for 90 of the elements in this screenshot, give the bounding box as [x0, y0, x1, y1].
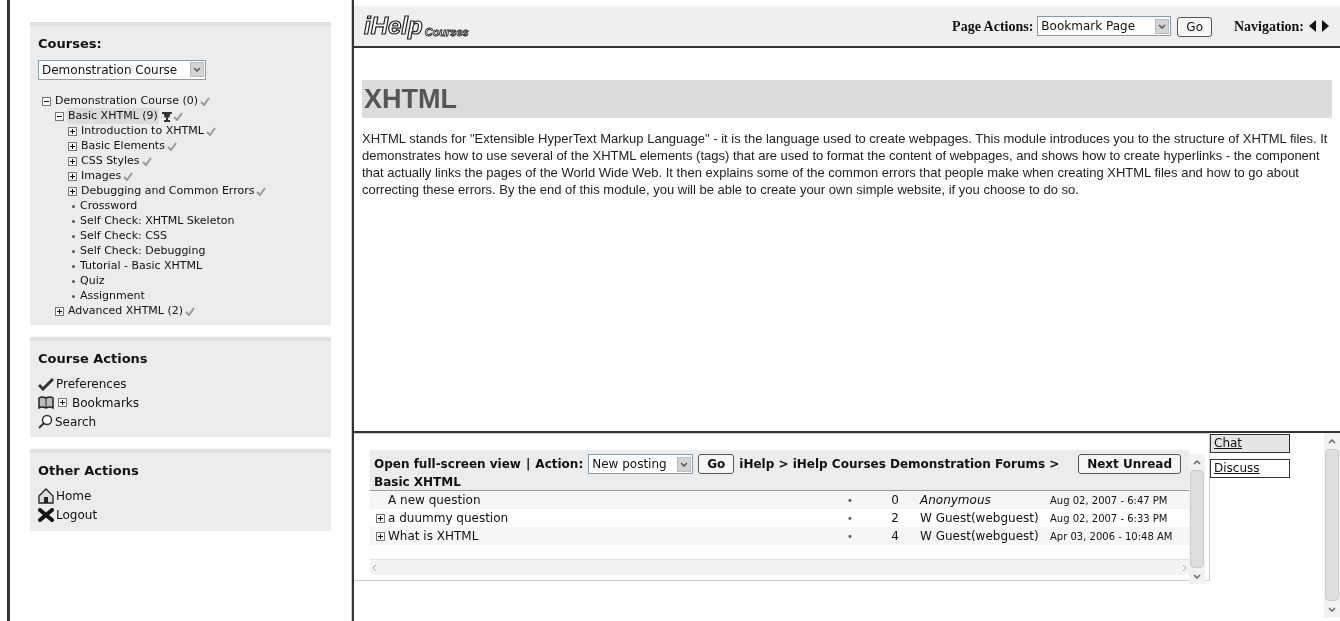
thread-dot: • [846, 529, 854, 544]
tree-item[interactable]: Quiz [79, 272, 106, 290]
separator: | [525, 456, 531, 473]
book-icon [38, 396, 54, 409]
thread-dot: • [846, 511, 854, 526]
house-icon [38, 488, 54, 504]
close-icon [38, 508, 54, 522]
go-button[interactable]: Go [1177, 17, 1212, 37]
action-link[interactable]: Logout [56, 506, 98, 524]
panel-title: Course Actions [38, 349, 149, 368]
thread-subject[interactable]: A new question [388, 491, 481, 509]
bullet-icon [72, 264, 75, 268]
action-link[interactable]: Bookmarks [72, 393, 140, 412]
tree-item[interactable]: Demonstration Course (0) [54, 92, 199, 110]
tree-item[interactable]: Images [80, 167, 123, 185]
tree-item[interactable]: Introduction to XHTML [80, 122, 205, 140]
module-description: XHTML stands for "Extensible HyperText Markup Language" - it is the language used to create webpages. This module introduces you to the structure of XHTML files. It demonstrates how to use several of the XHTML elements (tags) that are used to format the content of webpages, and shows how to create hyperlinks - the component that actually links the pages of the World Wide Web. It then explains some of the common errors that people make when creating XHTML files and how to go about correcting these errors. By the end of this module, you will be able to create your own simple website, if you choose to do so. [362, 130, 1329, 198]
expand-icon[interactable] [58, 397, 67, 407]
tree-item[interactable]: Crossword [79, 197, 139, 215]
expand-icon[interactable] [55, 306, 64, 316]
go-button[interactable]: Go [698, 454, 735, 474]
full-screen-link[interactable]: Open full-screen view [374, 455, 521, 473]
action-link[interactable]: Search [55, 412, 97, 431]
thread-author: W Guest(webguest) [920, 528, 1040, 545]
scrollbar[interactable] [1324, 433, 1340, 617]
tree-item[interactable]: Basic XHTML (9) [67, 107, 159, 125]
page-title: XHTML [362, 80, 1332, 118]
expand-icon[interactable] [68, 186, 77, 196]
expand-icon[interactable] [68, 156, 77, 166]
dropdown-icon [1158, 23, 1167, 29]
tree-item[interactable]: Self Check: Debugging [79, 242, 207, 260]
collapse-icon[interactable] [55, 111, 64, 121]
previous-icon[interactable] [1308, 19, 1317, 33]
tree-item[interactable]: CSS Styles [80, 152, 141, 170]
bullet-icon [72, 249, 75, 253]
next-icon[interactable] [1321, 19, 1330, 33]
logo: iHelp Courses [364, 14, 469, 38]
search-icon [38, 414, 53, 429]
tree-item[interactable]: Advanced XHTML (2) [67, 302, 185, 320]
expand-icon[interactable] [376, 531, 385, 541]
dropdown-icon [680, 461, 689, 467]
collapse-icon[interactable] [42, 96, 51, 106]
action-label: Action: [535, 456, 584, 473]
reply-count: 0 [890, 492, 900, 509]
bullet-icon [72, 219, 75, 223]
bullet-icon [72, 294, 75, 298]
panel-title: Courses: [38, 35, 103, 53]
side-tab[interactable]: Discuss [1210, 459, 1290, 478]
side-tab[interactable]: Chat [1210, 434, 1290, 453]
thread-date: Aug 02, 2007 - 6:47 PM [1050, 493, 1168, 508]
thread-subject[interactable]: a duummy question [388, 509, 509, 527]
page-actions-select[interactable]: Bookmark Page [1037, 16, 1172, 36]
course-select[interactable]: Demonstration Course [38, 59, 206, 80]
navigation-label: Navigation: [1234, 17, 1304, 36]
tree-item[interactable]: Self Check: XHTML Skeleton [79, 212, 236, 230]
forum-title: Basic XHTML [374, 474, 462, 490]
expand-icon[interactable] [68, 141, 77, 151]
bullet-icon [72, 204, 75, 208]
next-unread-button[interactable]: Next Unread [1078, 454, 1181, 474]
thread-author: W Guest(webguest) [920, 510, 1040, 527]
tree-item[interactable]: Self Check: CSS [79, 227, 168, 245]
breadcrumb: iHelp > iHelp Courses Demonstration Forums > [739, 456, 1060, 473]
tree-item[interactable]: Debugging and Common Errors [80, 182, 256, 200]
panel-title: Other Actions [38, 462, 140, 480]
scroll-down-icon[interactable] [1328, 606, 1336, 612]
scroll-up-icon[interactable] [1328, 438, 1336, 444]
thread-dot: • [846, 493, 854, 508]
thread-date: Aug 02, 2007 - 6:33 PM [1050, 511, 1168, 526]
scroll-up-icon[interactable] [1193, 459, 1201, 465]
tree-item[interactable]: Assignment [79, 287, 146, 305]
reply-count: 2 [890, 510, 900, 527]
scrollbar[interactable] [1189, 454, 1205, 584]
thread-subject[interactable]: What is XHTML [388, 527, 479, 545]
scroll-down-icon[interactable] [1193, 573, 1201, 579]
action-select[interactable]: New posting [588, 454, 694, 474]
expand-icon[interactable] [376, 513, 385, 523]
tree-item[interactable]: Tutorial - Basic XHTML [79, 257, 204, 275]
dropdown-icon [193, 67, 201, 72]
thread-date: Apr 03, 2006 - 10:48 AM [1050, 529, 1173, 544]
action-link[interactable]: Preferences [56, 374, 127, 393]
thread-author: Anonymous [920, 492, 992, 509]
page-actions-label: Page Actions: [952, 17, 1034, 36]
reply-count: 4 [890, 528, 900, 545]
bullet-icon [72, 279, 75, 283]
tree-item[interactable]: Basic Elements [80, 137, 166, 155]
checkmark-icon [38, 376, 54, 391]
expand-icon[interactable] [68, 171, 77, 181]
action-link[interactable]: Home [56, 487, 92, 505]
bullet-icon [72, 234, 75, 238]
expand-icon[interactable] [68, 126, 77, 136]
